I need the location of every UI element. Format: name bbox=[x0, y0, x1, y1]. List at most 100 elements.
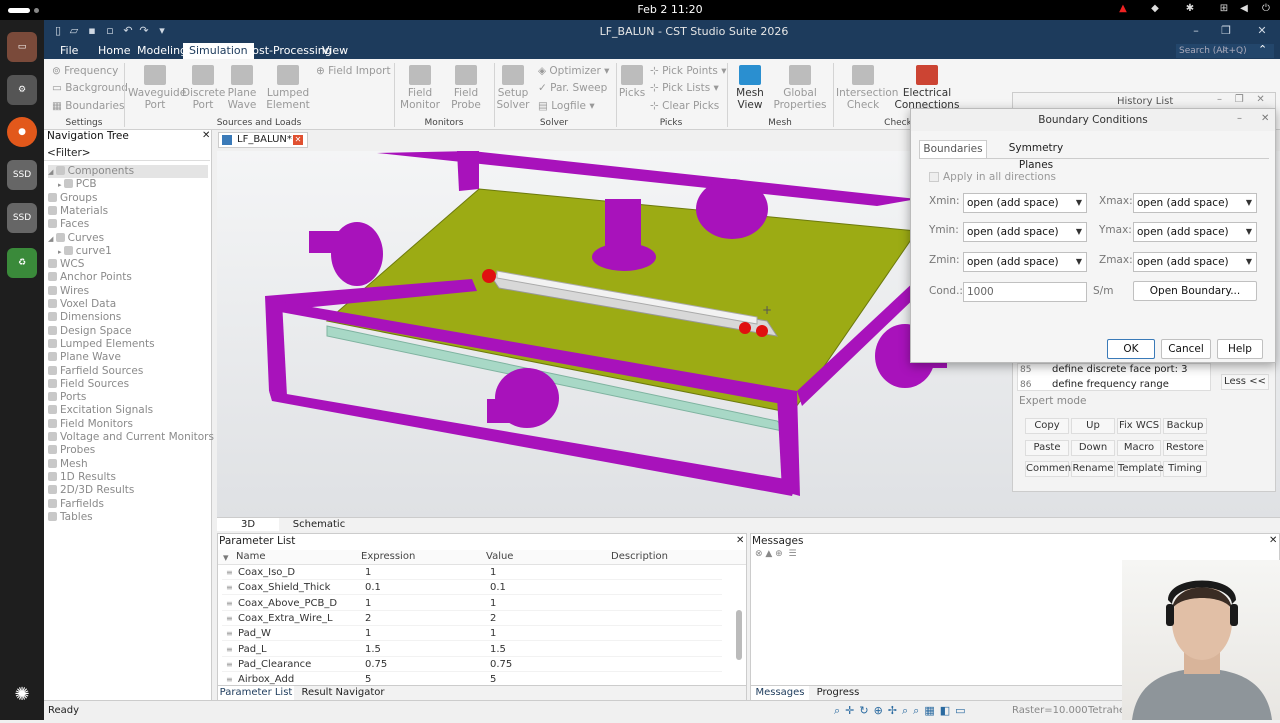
history-macro-button[interactable]: Macro bbox=[1117, 439, 1161, 456]
new-icon[interactable]: ▯ bbox=[52, 25, 64, 37]
tree-item[interactable]: Tables bbox=[48, 511, 208, 524]
tree-item[interactable]: 2D/3D Results bbox=[48, 484, 208, 497]
firefox-app-icon[interactable]: ● bbox=[7, 117, 37, 147]
ssd-drive-icon[interactable]: SSD bbox=[7, 160, 37, 190]
tree-item[interactable]: Materials bbox=[48, 205, 208, 218]
discrete-port-button[interactable]: Discrete Port bbox=[182, 65, 225, 111]
view-tools-icons[interactable]: ⌕✛↻⊕✢⌕⌕▦◧▭ bbox=[834, 704, 971, 718]
message-filter-icons[interactable]: ⊗ ▲ ⊕ ☰ bbox=[755, 549, 797, 559]
tree-item[interactable]: ▸ PCB bbox=[58, 178, 208, 191]
header-description[interactable]: Description bbox=[611, 551, 668, 562]
tree-item[interactable]: ◢ Components bbox=[48, 165, 208, 178]
tree-item[interactable]: ▸ curve1 bbox=[58, 245, 208, 258]
pick-lists-button[interactable]: ⊹ Pick Lists ▾ bbox=[650, 82, 719, 94]
boundaries-button[interactable]: ▦ Boundaries bbox=[52, 100, 124, 112]
plane-wave-button[interactable]: Plane Wave bbox=[224, 65, 260, 111]
intersection-check-button[interactable]: Intersection Check bbox=[836, 65, 898, 111]
port-marker-left[interactable] bbox=[482, 269, 496, 283]
open-boundary-button[interactable]: Open Boundary... bbox=[1133, 281, 1257, 301]
history-comment-button[interactable]: Comment bbox=[1025, 461, 1075, 477]
tree-item[interactable]: Field Monitors bbox=[48, 418, 208, 431]
quick-access-dropdown-icon[interactable]: ▾ bbox=[156, 25, 168, 37]
tab-file[interactable]: File bbox=[54, 43, 84, 59]
history-template-button[interactable]: Template bbox=[1117, 461, 1164, 477]
network-icon[interactable]: ⊞ bbox=[1216, 3, 1232, 14]
tree-item[interactable]: Excitation Signals bbox=[48, 404, 208, 417]
parameter-row[interactable]: ≡ Coax_Extra_Wire_L 2 2 bbox=[222, 611, 722, 626]
field-probe-button[interactable]: Field Probe bbox=[444, 65, 488, 111]
tree-filter-input[interactable]: <Filter> bbox=[44, 147, 210, 161]
tab-boundaries[interactable]: Boundaries bbox=[919, 140, 987, 158]
tree-item[interactable]: WCS bbox=[48, 258, 208, 271]
ssd-drive-2-icon[interactable]: SSD bbox=[7, 203, 37, 233]
tab-result-navigator[interactable]: Result Navigator bbox=[298, 686, 388, 700]
search-icon[interactable]: ⌕ bbox=[1222, 44, 1228, 55]
tree-item[interactable]: ◢ Curves bbox=[48, 232, 208, 245]
port-marker-right-1[interactable] bbox=[739, 322, 751, 334]
tree-item[interactable]: Dimensions bbox=[48, 311, 208, 324]
workspace-dot[interactable] bbox=[34, 8, 39, 13]
close-tab-icon[interactable]: ✕ bbox=[293, 135, 303, 145]
waveguide-port-button[interactable]: Waveguide Port bbox=[128, 65, 186, 111]
setup-solver-button[interactable]: Setup Solver bbox=[496, 65, 530, 111]
field-monitor-button[interactable]: Field Monitor bbox=[398, 65, 442, 111]
tree-item[interactable]: Wires bbox=[48, 285, 208, 298]
background-button[interactable]: ▭ Background bbox=[52, 82, 128, 94]
tree-item[interactable]: Voltage and Current Monitors bbox=[48, 431, 214, 444]
expert-mode-label[interactable]: Expert mode bbox=[1019, 395, 1087, 407]
ymax-select[interactable]: open (add space) ▼ bbox=[1133, 222, 1257, 242]
tree-item[interactable]: Lumped Elements bbox=[48, 338, 208, 351]
header-expression[interactable]: Expression bbox=[361, 551, 415, 562]
tab-3d[interactable]: 3D bbox=[217, 518, 279, 531]
system-clock[interactable]: Feb 2 11:20 bbox=[620, 3, 720, 16]
optimizer-button[interactable]: ◈ Optimizer ▾ bbox=[538, 65, 609, 77]
parameter-row[interactable]: ≡ Pad_W 1 1 bbox=[222, 626, 722, 642]
scrollbar-thumb[interactable] bbox=[736, 610, 742, 660]
tree-item[interactable]: Faces bbox=[48, 218, 208, 231]
logfile-button[interactable]: ▤ Logfile ▾ bbox=[538, 100, 595, 112]
tree-item[interactable]: 1D Results bbox=[48, 471, 208, 484]
history-up-button[interactable]: Up bbox=[1071, 418, 1115, 434]
activities-indicator[interactable] bbox=[8, 8, 30, 13]
less-button[interactable]: Less << bbox=[1221, 374, 1269, 390]
parameter-row[interactable]: ≡ Coax_Iso_D 1 1 bbox=[222, 565, 722, 580]
close-dialog-icon[interactable]: ✕ bbox=[1261, 113, 1269, 124]
tab-home[interactable]: Home bbox=[92, 43, 136, 59]
zmax-select[interactable]: open (add space) ▼ bbox=[1133, 252, 1257, 272]
tab-symmetry-planes[interactable]: Symmetry Planes bbox=[991, 140, 1081, 171]
accessibility-icon[interactable]: ✱ bbox=[1182, 3, 1198, 14]
cancel-button[interactable]: Cancel bbox=[1161, 339, 1211, 359]
close-panel-icon[interactable]: ✕ bbox=[736, 535, 744, 546]
tree-item[interactable]: Anchor Points bbox=[48, 271, 208, 284]
tab-parameter-list[interactable]: Parameter List bbox=[218, 686, 294, 700]
parameter-row[interactable]: ≡ Coax_Shield_Thick 0.1 0.1 bbox=[222, 580, 722, 596]
field-import-button[interactable]: ⊕ Field Import bbox=[316, 65, 391, 77]
close-panel-icon[interactable]: ✕ bbox=[1269, 535, 1277, 546]
tree-item[interactable]: Voxel Data bbox=[48, 298, 208, 311]
history-paste-button[interactable]: Paste bbox=[1025, 439, 1069, 456]
history-restore-button[interactable]: Restore bbox=[1163, 439, 1207, 456]
xmin-select[interactable]: open (add space) ▼ bbox=[963, 193, 1087, 213]
picks-button[interactable]: Picks bbox=[618, 65, 646, 99]
history-copy-button[interactable]: Copy bbox=[1025, 418, 1069, 434]
electrical-connections-button[interactable]: Electrical Connections bbox=[894, 65, 960, 111]
extension-icon[interactable]: ◆ bbox=[1147, 3, 1163, 14]
zmin-select[interactable]: open (add space) ▼ bbox=[963, 252, 1087, 272]
alert-icon[interactable]: ▲ bbox=[1115, 3, 1131, 14]
ymin-select[interactable]: open (add space) ▼ bbox=[963, 222, 1087, 242]
tab-progress[interactable]: Progress bbox=[813, 686, 863, 700]
window-controls-icon[interactable]: – ❐ ✕ bbox=[1217, 94, 1265, 105]
ok-button[interactable]: OK bbox=[1107, 339, 1155, 359]
conductivity-input[interactable]: 1000 bbox=[963, 282, 1087, 302]
minimize-window-icon[interactable]: – bbox=[1190, 25, 1202, 37]
power-icon[interactable]: ⏻ bbox=[1258, 3, 1274, 14]
tree-item[interactable]: Mesh bbox=[48, 458, 208, 471]
ubuntu-apps-icon[interactable]: ✺ bbox=[7, 680, 37, 710]
help-button[interactable]: Help bbox=[1217, 339, 1263, 359]
close-panel-icon[interactable]: ✕ bbox=[202, 130, 210, 141]
expand-arrow-icon[interactable]: ◢ bbox=[48, 235, 56, 243]
expand-arrow-icon[interactable]: ▸ bbox=[58, 181, 64, 189]
header-name[interactable]: Name bbox=[236, 551, 266, 562]
collapse-ribbon-icon[interactable]: ⌃ bbox=[1258, 43, 1267, 56]
frequency-button[interactable]: ⊚ Frequency bbox=[52, 65, 118, 77]
